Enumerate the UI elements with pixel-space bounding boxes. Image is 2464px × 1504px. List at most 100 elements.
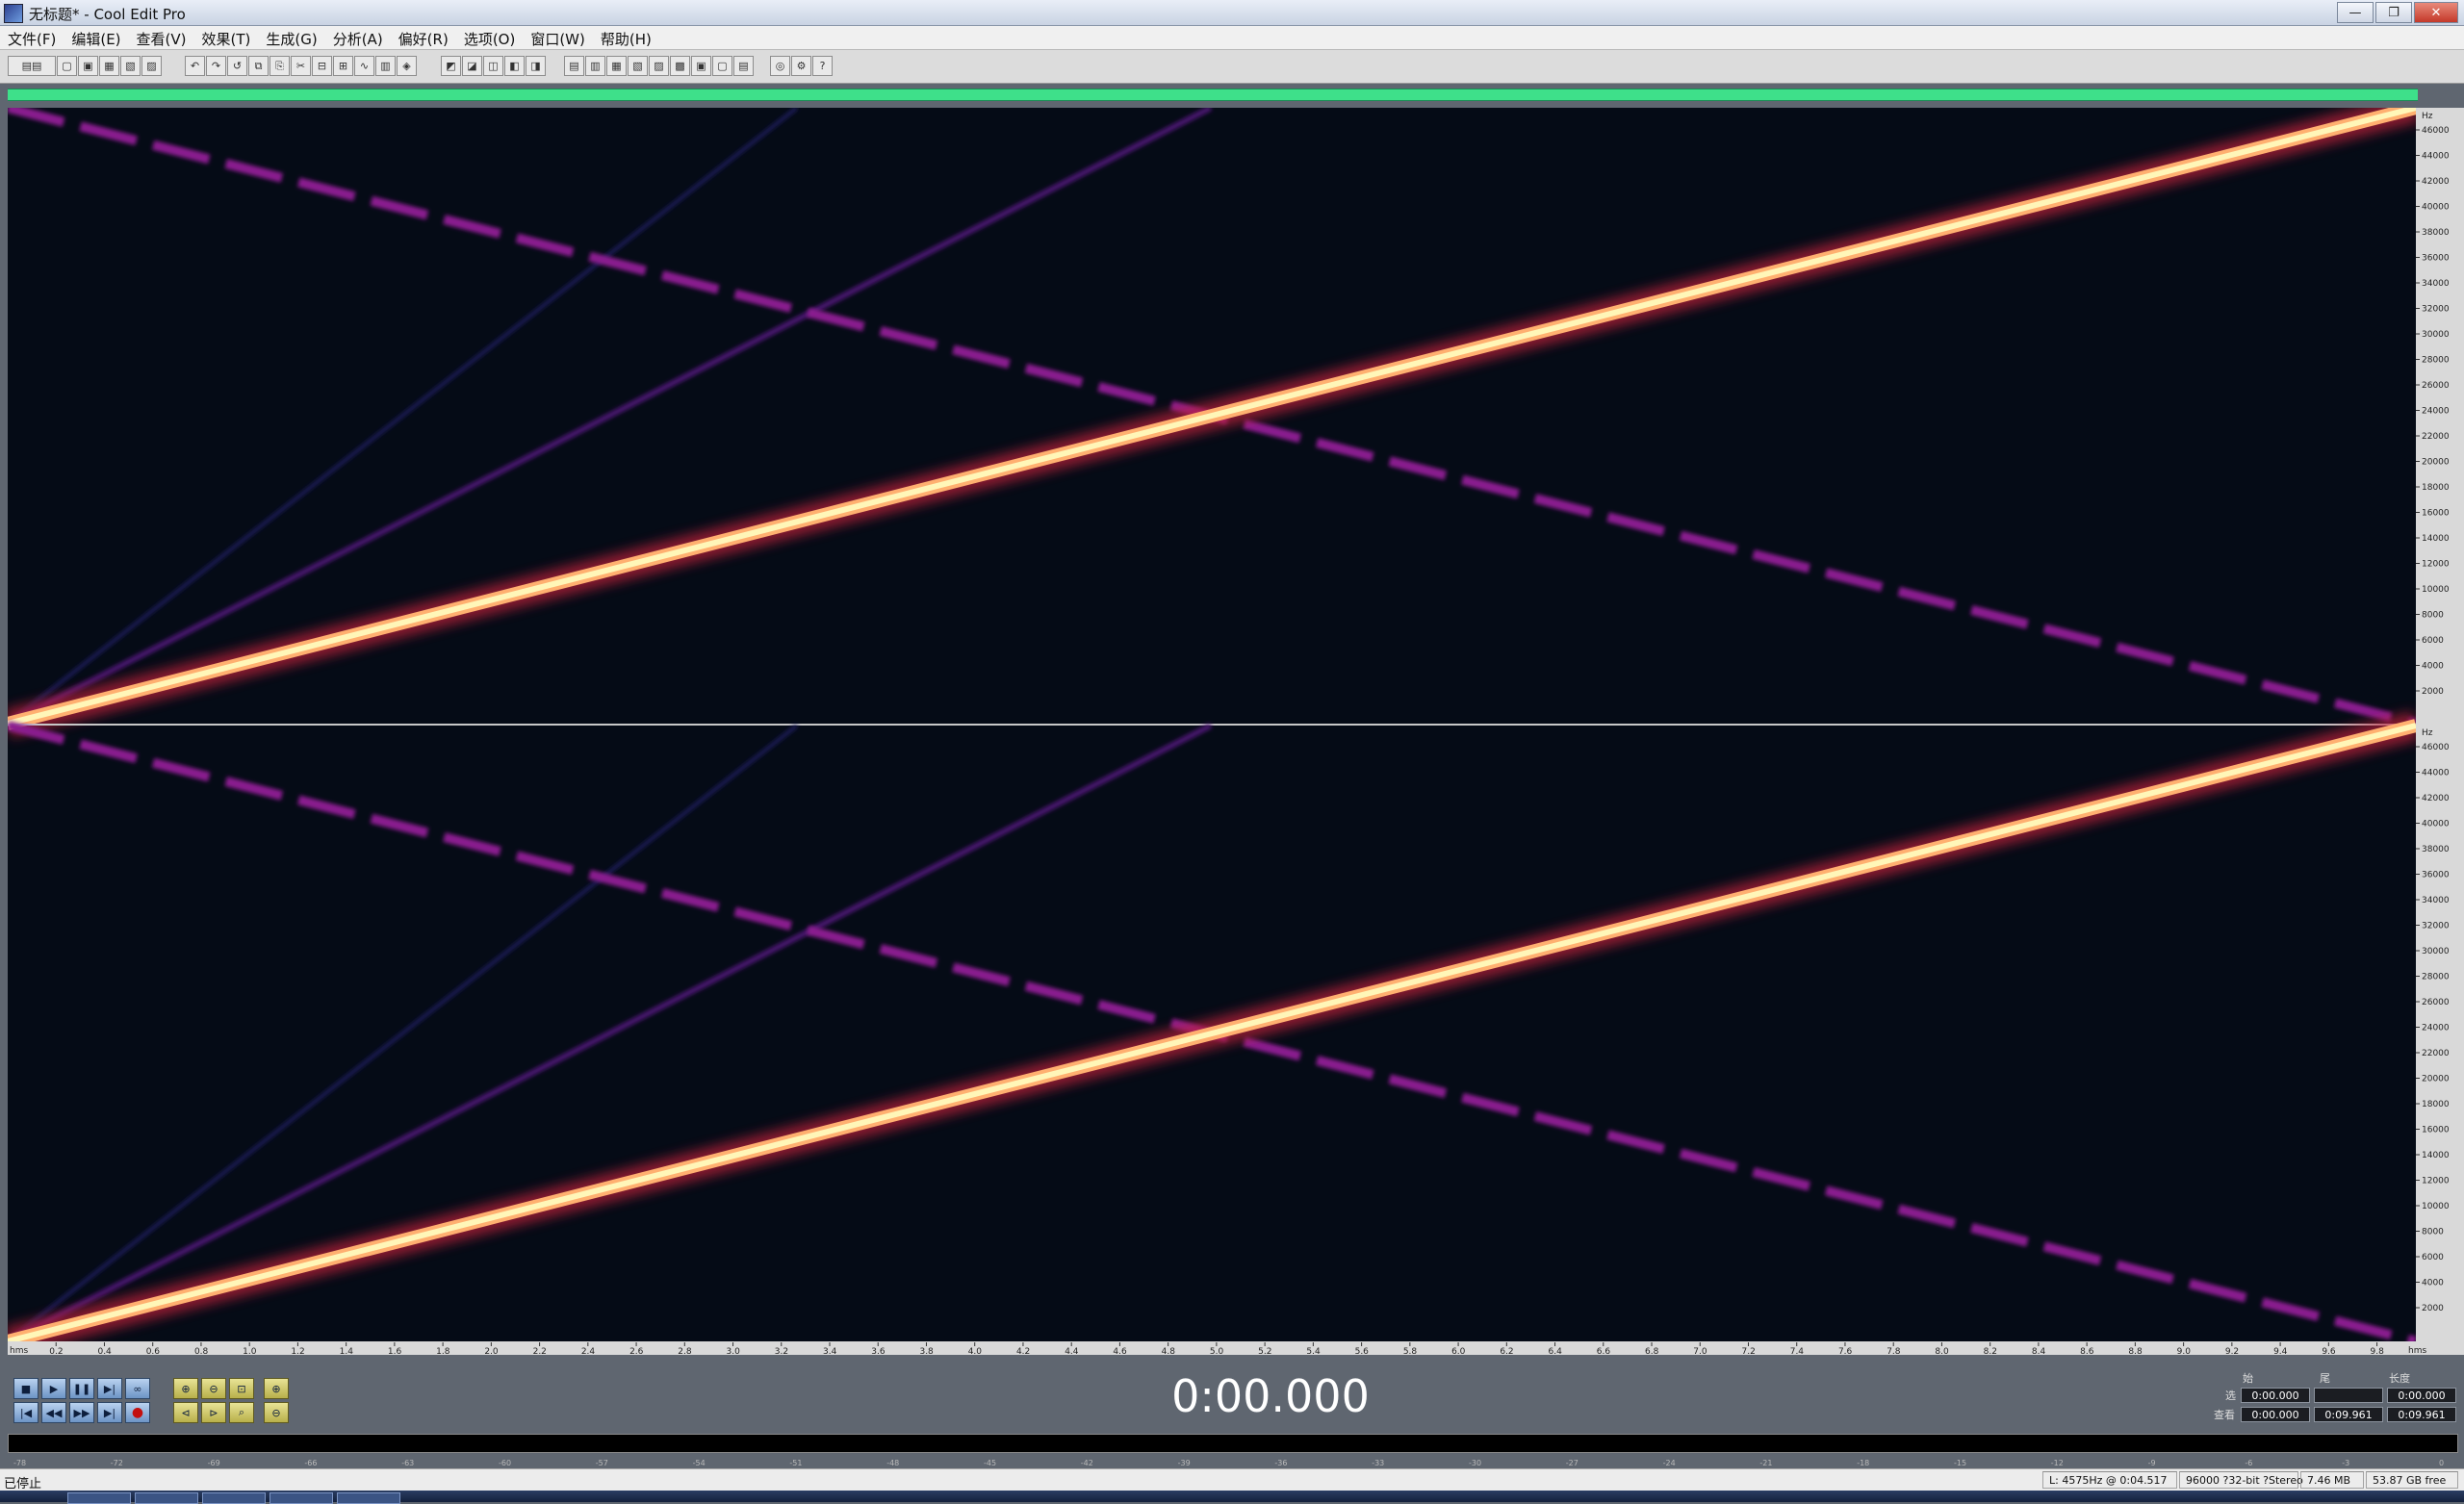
menu-analyze[interactable]: 分析(A)	[325, 26, 391, 49]
zoom-right-icon[interactable]: ⊳	[201, 1402, 226, 1423]
zoom-in-icon[interactable]: ⊕	[173, 1378, 198, 1399]
play-icon[interactable]: ▶	[41, 1378, 66, 1399]
pause-icon[interactable]: ❚❚	[69, 1378, 94, 1399]
vertical-zoom-in-icon[interactable]: ⊕	[264, 1378, 289, 1399]
frequency-tick-label: 34000	[2422, 896, 2450, 905]
time-tick-label: 8.8	[2128, 1347, 2143, 1356]
zoom-left-icon[interactable]: ⊲	[173, 1402, 198, 1423]
menu-favorites[interactable]: 偏好(R)	[391, 26, 456, 49]
close-button[interactable]: ✕	[2414, 2, 2458, 23]
filter-icon[interactable]: ▧	[628, 56, 648, 76]
menu-help[interactable]: 帮助(H)	[593, 26, 659, 49]
time-tick-label: 4.0	[968, 1347, 983, 1356]
delay-icon[interactable]: ▩	[670, 56, 690, 76]
undo-icon[interactable]: ↶	[185, 56, 205, 76]
level-tick-label: -33	[1372, 1459, 1384, 1467]
go-to-start-icon[interactable]: |◀	[13, 1402, 38, 1423]
selection-begin-field[interactable]: 0:00.000	[2241, 1388, 2310, 1403]
normalize-icon[interactable]: ▥	[585, 56, 605, 76]
phase-view-icon[interactable]: ◧	[504, 56, 525, 76]
zoom-full-icon[interactable]: ⊡	[229, 1378, 254, 1399]
taskbar-item[interactable]	[270, 1492, 333, 1504]
play-to-end-icon[interactable]: ▶|	[97, 1378, 122, 1399]
time-tick-label: 1.6	[388, 1347, 402, 1356]
paste-icon[interactable]: ⎘	[270, 56, 290, 76]
eq-icon[interactable]: ▤	[733, 56, 754, 76]
level-tick-label: -9	[2148, 1459, 2156, 1467]
time-tick-label: 1.8	[436, 1347, 450, 1356]
menu-file[interactable]: 文件(F)	[0, 26, 64, 49]
save-as-icon[interactable]: ▧	[120, 56, 141, 76]
menu-options[interactable]: 选项(O)	[456, 26, 524, 49]
zoom-selection-icon[interactable]: ⌕	[229, 1402, 254, 1423]
waveform-overview-bar[interactable]	[8, 89, 2418, 101]
pan-view-icon[interactable]: ◫	[483, 56, 503, 76]
taskbar-item[interactable]	[202, 1492, 266, 1504]
multitrack-toggle-icon[interactable]: ▤▤	[8, 56, 56, 76]
level-tick-label: -78	[13, 1459, 26, 1467]
repeat-icon[interactable]: ↺	[227, 56, 247, 76]
pitch-view-icon[interactable]: ◪	[462, 56, 482, 76]
help-icon[interactable]: ?	[812, 56, 833, 76]
frequency-tick-label: 24000	[2422, 1024, 2450, 1033]
mix-paste-icon[interactable]: ⊞	[333, 56, 353, 76]
menu-edit[interactable]: 编辑(E)	[64, 26, 128, 49]
record-icon[interactable]: ●	[125, 1402, 150, 1423]
stop-icon[interactable]: ■	[13, 1378, 38, 1399]
harmonic-sweep-mid	[6, 723, 1213, 1344]
new-file-icon[interactable]: ▢	[57, 56, 77, 76]
redo-icon[interactable]: ↷	[206, 56, 226, 76]
taskbar-item[interactable]	[337, 1492, 400, 1504]
time-tick-label: 6.0	[1451, 1347, 1466, 1356]
copy-icon[interactable]: ⧉	[248, 56, 269, 76]
close-file-icon[interactable]: ▨	[141, 56, 162, 76]
vertical-zoom-out-icon[interactable]: ⊖	[264, 1402, 289, 1423]
spectrogram-view[interactable]	[4, 93, 2420, 1356]
taskbar-item[interactable]	[135, 1492, 198, 1504]
save-icon[interactable]: ▦	[99, 56, 119, 76]
fast-forward-icon[interactable]: ▶▶	[69, 1402, 94, 1423]
sample-format[interactable]: 96000 ?32-bit ?Stereo	[2179, 1471, 2303, 1489]
stretch-icon[interactable]: ▢	[712, 56, 732, 76]
time-tick-label: 2.8	[678, 1347, 692, 1356]
go-to-end-icon[interactable]: ▶|	[97, 1402, 122, 1423]
menu-view[interactable]: 查看(V)	[129, 26, 194, 49]
time-tick-label: 0.8	[194, 1347, 209, 1356]
minimize-button[interactable]: —	[2337, 2, 2374, 23]
menu-effects[interactable]: 效果(T)	[194, 26, 259, 49]
noise-reduction-icon[interactable]: ▣	[691, 56, 711, 76]
loop-icon[interactable]: ∞	[125, 1378, 150, 1399]
selection-end-field[interactable]	[2314, 1388, 2383, 1403]
zoom-out-icon[interactable]: ⊖	[201, 1378, 226, 1399]
amplify-icon[interactable]: ▤	[564, 56, 584, 76]
frequency-ruler[interactable]: Hz 46000 44000 42000 40000 38000 36000 34000 320…	[2416, 108, 2464, 1341]
settings-icon[interactable]: ⚙	[791, 56, 811, 76]
open-file-icon[interactable]: ▣	[78, 56, 98, 76]
menu-window[interactable]: 窗口(W)	[523, 26, 593, 49]
view-length-field[interactable]: 0:09.961	[2387, 1407, 2456, 1422]
view-begin-field[interactable]: 0:00.000	[2241, 1407, 2310, 1422]
time-ruler[interactable]: hms 0.2 0.4 0.6 0.8 1.0 1.2 1.4 1.6 1.8 2.0 2.2 2.4 2…	[8, 1341, 2464, 1357]
frequency-tick-label: 8000	[2422, 611, 2444, 621]
selection-length-field[interactable]: 0:00.000	[2387, 1388, 2456, 1403]
rewind-icon[interactable]: ◀◀	[41, 1402, 66, 1423]
spectral-view-icon[interactable]: ◩	[441, 56, 461, 76]
view-end-field[interactable]: 0:09.961	[2314, 1407, 2383, 1422]
spectral-icon[interactable]: ▥	[375, 56, 396, 76]
waveform-view-icon[interactable]: ◨	[526, 56, 546, 76]
envelope-icon[interactable]: ▦	[606, 56, 627, 76]
menu-generate[interactable]: 生成(G)	[258, 26, 324, 49]
channel-right	[4, 711, 2420, 1356]
app-icon[interactable]	[4, 4, 23, 23]
trim-icon[interactable]: ⊟	[312, 56, 332, 76]
spectrogram-canvas[interactable]	[4, 93, 2420, 1356]
maximize-button[interactable]: ❐	[2375, 2, 2412, 23]
reverb-icon[interactable]: ▨	[649, 56, 669, 76]
snap-icon[interactable]: ◈	[397, 56, 417, 76]
cd-icon[interactable]: ◎	[770, 56, 790, 76]
frequency-tick-label: 30000	[2422, 947, 2450, 956]
time-tick-label: 5.0	[1210, 1347, 1224, 1356]
taskbar-item[interactable]	[67, 1492, 131, 1504]
waveform-icon[interactable]: ∿	[354, 56, 374, 76]
cut-icon[interactable]: ✂	[291, 56, 311, 76]
